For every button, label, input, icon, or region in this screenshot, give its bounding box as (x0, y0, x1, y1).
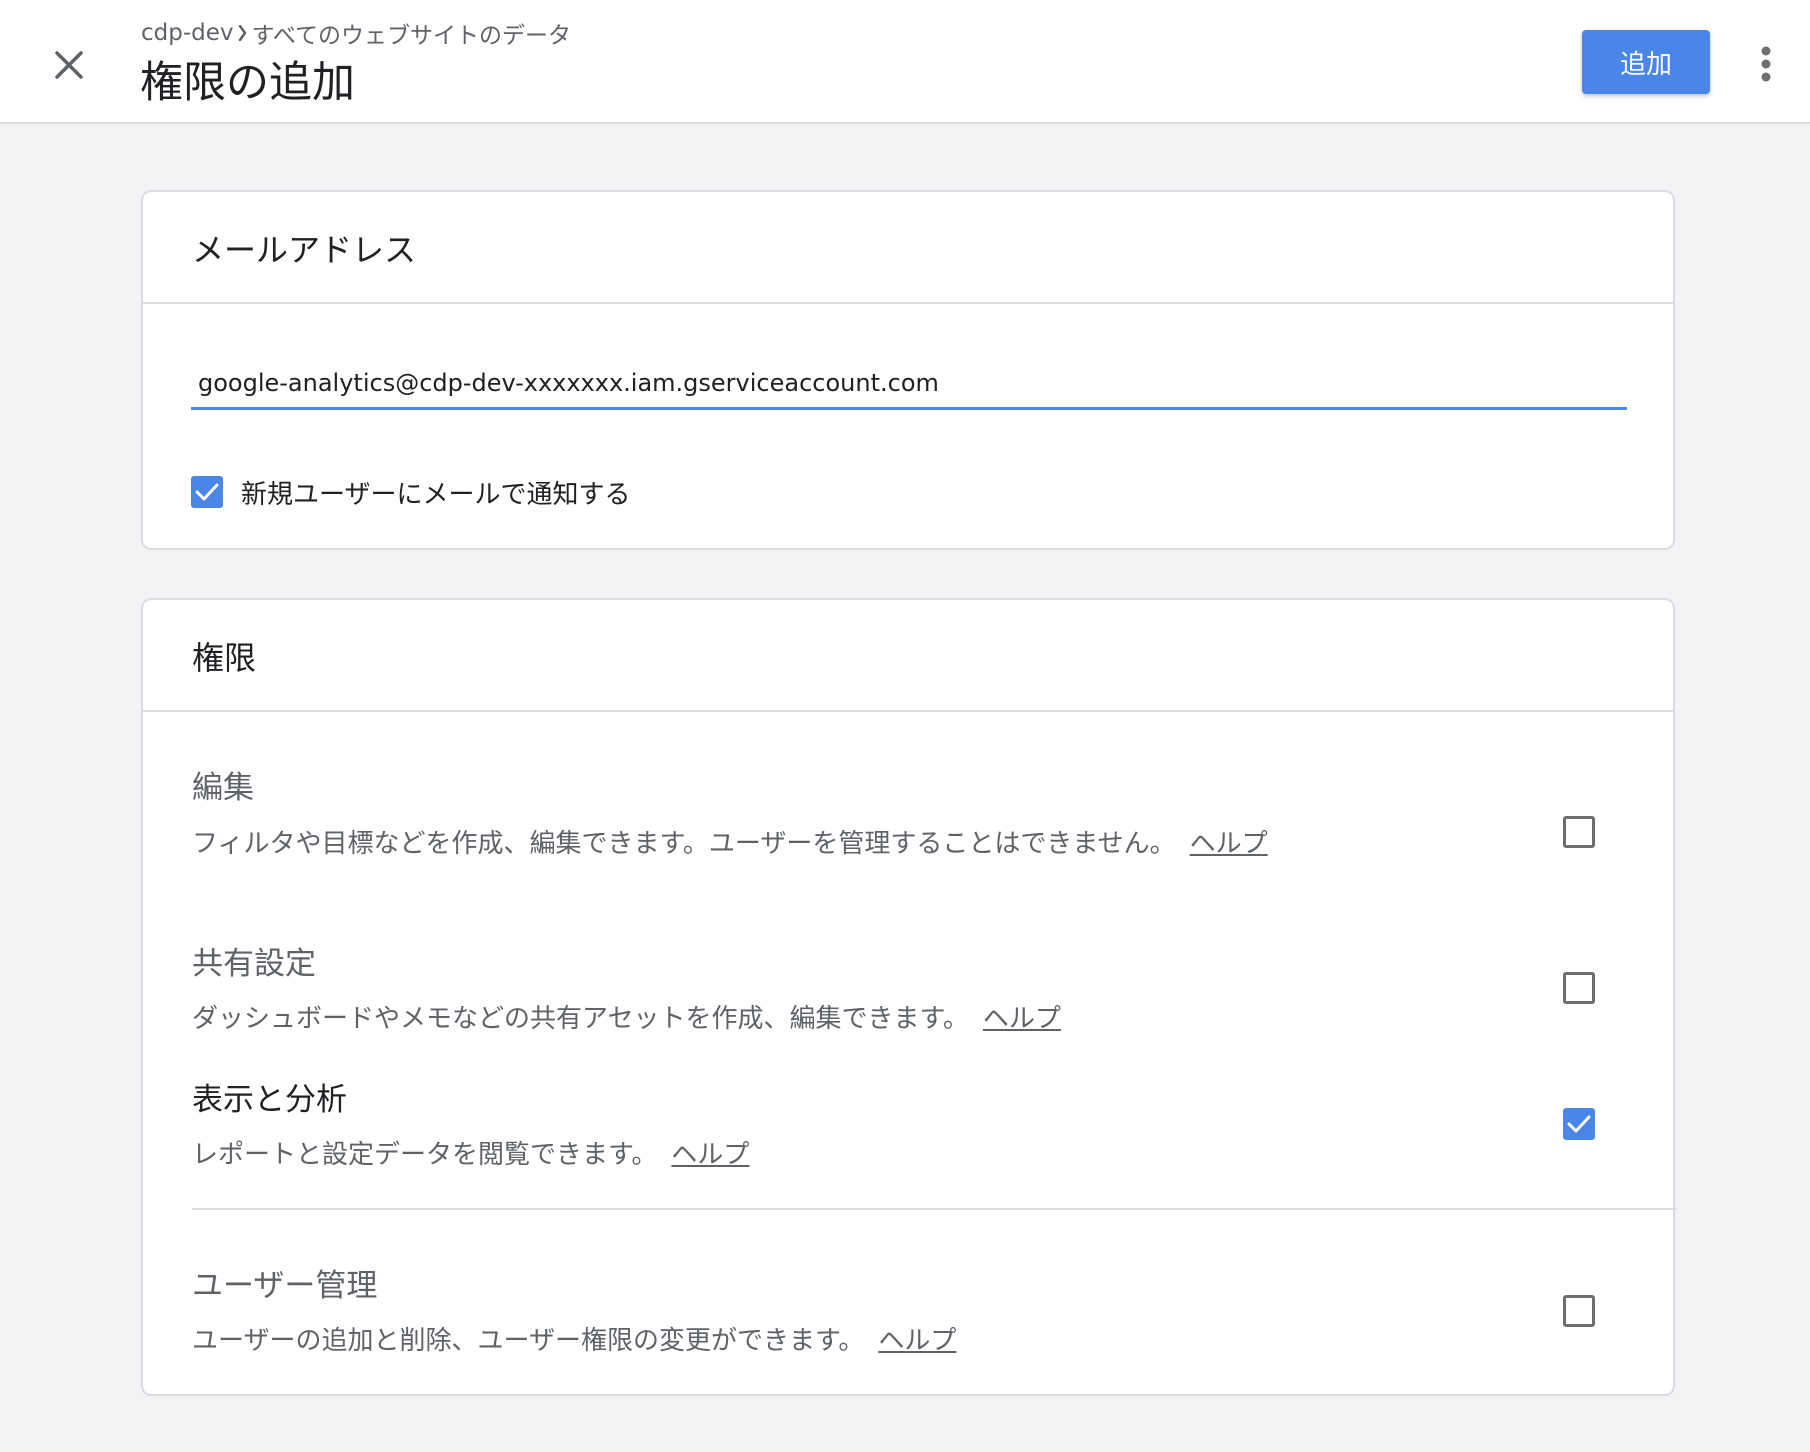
permission-checkbox-read-analyze[interactable] (1563, 1108, 1595, 1140)
permission-title: ユーザー管理 (192, 1268, 378, 1304)
page-title: 権限の追加 (140, 58, 355, 108)
breadcrumb: cdp-dev すべてのウェブサイトのデータ (141, 16, 571, 50)
email-card-header: メールアドレス (143, 192, 1673, 304)
permission-title: 表示と分析 (192, 1082, 347, 1118)
permission-title: 共有設定 (192, 946, 316, 982)
permission-description: ユーザーの追加と削除、ユーザー権限の変更ができます。 ヘルプ (192, 1326, 957, 1356)
chevron-right-icon (238, 25, 248, 41)
help-link[interactable]: ヘルプ (878, 1326, 956, 1356)
email-card: メールアドレス 新規ユーザーにメールで通知する (141, 190, 1675, 550)
permissions-card: 権限 編集 フィルタや目標などを作成、編集できます。ユーザーを管理することはでき… (141, 598, 1677, 1396)
permission-description: ダッシュボードやメモなどの共有アセットを作成、編集できます。 ヘルプ (192, 1004, 1061, 1034)
permission-checkbox-edit[interactable] (1563, 816, 1595, 848)
help-link[interactable]: ヘルプ (671, 1140, 749, 1170)
help-link[interactable]: ヘルプ (1190, 829, 1268, 859)
notify-checkbox[interactable] (191, 476, 223, 508)
check-icon (1567, 1115, 1591, 1133)
permissions-card-header: 権限 (143, 600, 1673, 712)
breadcrumb-account: cdp-dev (141, 20, 234, 46)
email-section-title: メールアドレス (192, 231, 417, 269)
notify-label: 新規ユーザーにメールで通知する (241, 480, 631, 510)
top-app-bar: cdp-dev すべてのウェブサイトのデータ 権限の追加 追加 (0, 0, 1810, 124)
more-options-button[interactable] (1748, 40, 1784, 88)
email-input[interactable] (191, 358, 1627, 410)
add-button[interactable]: 追加 (1582, 30, 1710, 94)
permission-title: 編集 (192, 770, 254, 806)
more-vert-icon (1761, 46, 1771, 82)
permissions-section-title: 権限 (192, 639, 257, 677)
close-icon (55, 51, 83, 79)
breadcrumb-property: すべてのウェブサイトのデータ (251, 23, 571, 49)
check-icon (195, 483, 219, 501)
permission-checkbox-collaborate[interactable] (1563, 972, 1595, 1004)
help-link[interactable]: ヘルプ (983, 1004, 1061, 1034)
divider (192, 1208, 1677, 1210)
permission-checkbox-manage-users[interactable] (1563, 1295, 1595, 1327)
close-button[interactable] (44, 40, 94, 90)
permission-description: レポートと設定データを閲覧できます。 ヘルプ (192, 1140, 750, 1170)
permission-description: フィルタや目標などを作成、編集できます。ユーザーを管理することはできません。 ヘル… (192, 829, 1268, 859)
